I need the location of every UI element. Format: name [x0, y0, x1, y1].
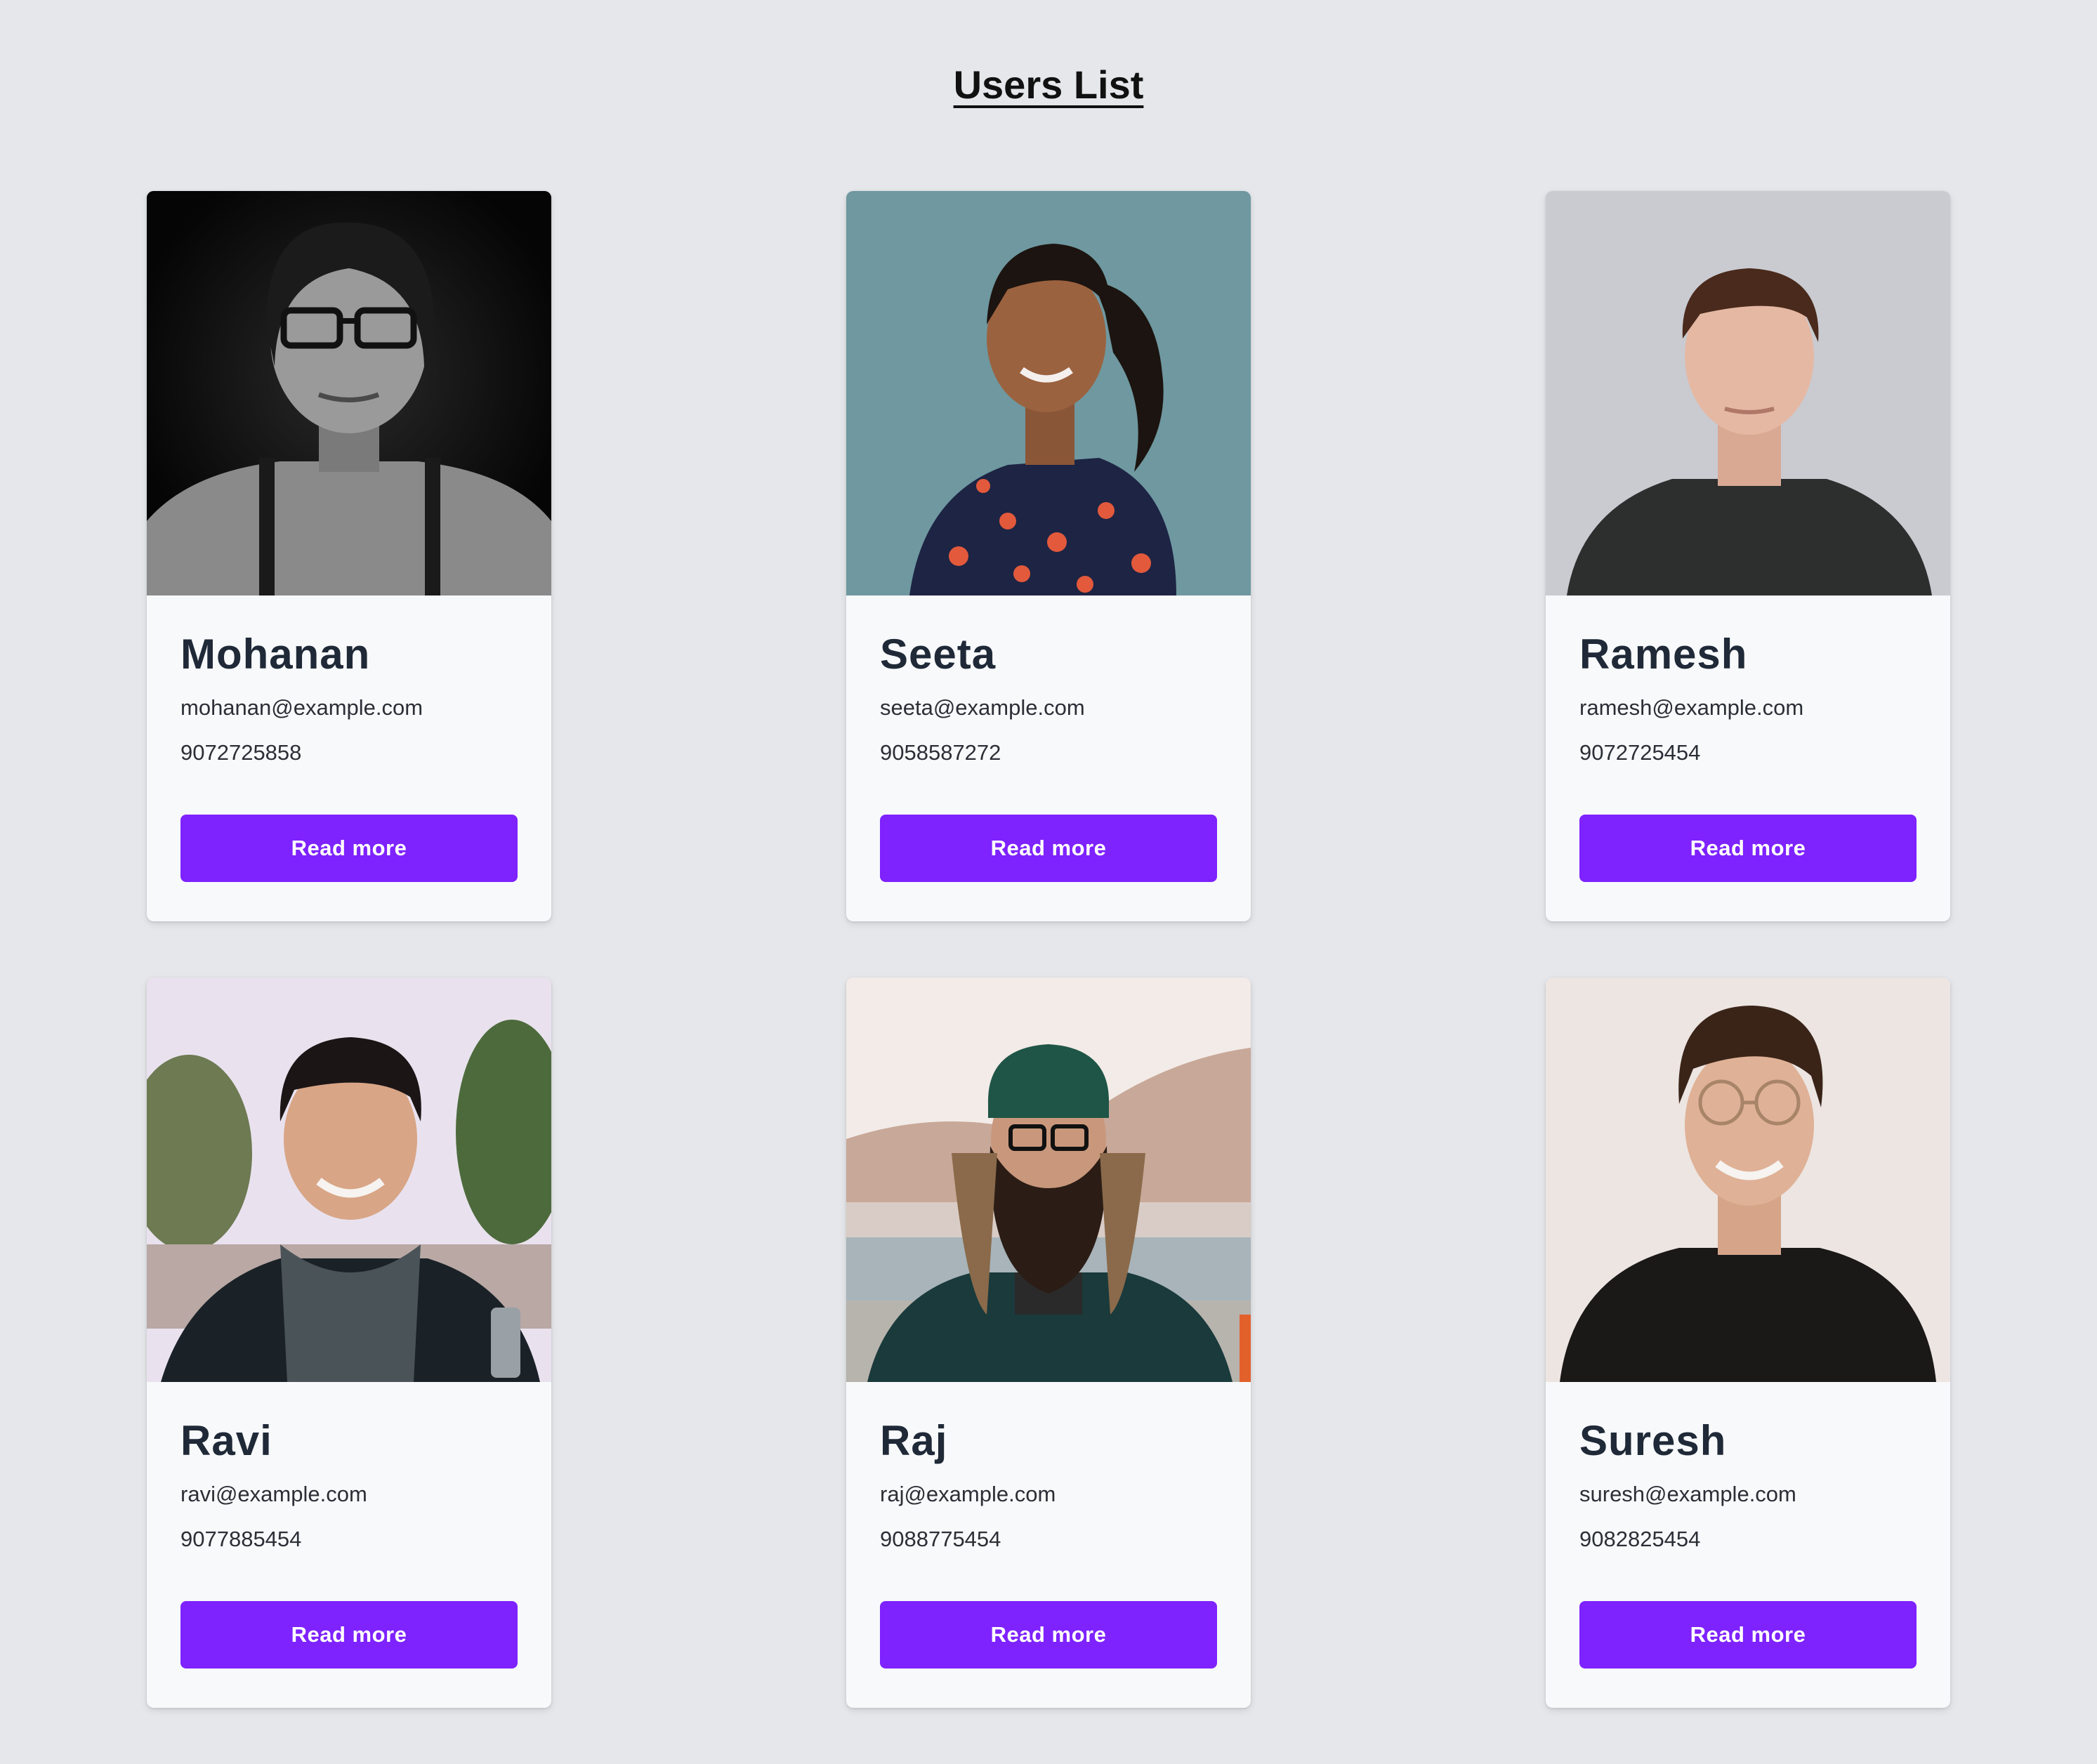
- user-name: Mohanan: [180, 631, 371, 678]
- user-card: Ramesh ramesh@example.com 9072725454 Rea…: [1546, 191, 1950, 921]
- user-name: Suresh: [1579, 1417, 1727, 1464]
- read-more-button[interactable]: Read more: [880, 1601, 1217, 1668]
- user-phone: 9072725858: [180, 740, 302, 765]
- user-photo: [147, 191, 551, 595]
- user-phone: 9088775454: [880, 1527, 1001, 1551]
- user-email: ramesh@example.com: [1579, 695, 1804, 720]
- page-title: Users List: [953, 62, 1144, 107]
- user-card: Suresh suresh@example.com 9082825454 Rea…: [1546, 978, 1950, 1708]
- read-more-button[interactable]: Read more: [180, 815, 518, 882]
- user-photo: [846, 978, 1251, 1382]
- read-more-button[interactable]: Read more: [180, 1601, 518, 1668]
- user-phone: 9082825454: [1579, 1527, 1701, 1551]
- user-card: Raj raj@example.com 9088775454 Read more: [846, 978, 1251, 1708]
- read-more-button[interactable]: Read more: [1579, 1601, 1917, 1668]
- user-photo: [147, 978, 551, 1382]
- read-more-button[interactable]: Read more: [1579, 815, 1917, 882]
- user-card: Ravi ravi@example.com 9077885454 Read mo…: [147, 978, 551, 1708]
- user-phone: 9072725454: [1579, 740, 1701, 765]
- read-more-button[interactable]: Read more: [880, 815, 1217, 882]
- user-name: Seeta: [880, 631, 997, 678]
- user-email: raj@example.com: [880, 1482, 1056, 1506]
- user-name: Raj: [880, 1417, 948, 1464]
- user-email: suresh@example.com: [1579, 1482, 1796, 1506]
- user-email: seeta@example.com: [880, 695, 1085, 720]
- user-name: Ravi: [180, 1417, 272, 1464]
- user-email: ravi@example.com: [180, 1482, 367, 1506]
- user-photo: [846, 191, 1251, 595]
- user-phone: 9058587272: [880, 740, 1001, 765]
- user-photo: [1546, 978, 1950, 1382]
- user-email: mohanan@example.com: [180, 695, 423, 720]
- user-card: Mohanan mohanan@example.com 9072725858 R…: [147, 191, 551, 921]
- user-phone: 9077885454: [180, 1527, 302, 1551]
- user-card: Seeta seeta@example.com 9058587272 Read …: [846, 191, 1251, 921]
- user-photo: [1546, 191, 1950, 595]
- user-name: Ramesh: [1579, 631, 1748, 678]
- users-page: Users List Mohanan mohanan@example.com 9…: [0, 0, 2097, 1764]
